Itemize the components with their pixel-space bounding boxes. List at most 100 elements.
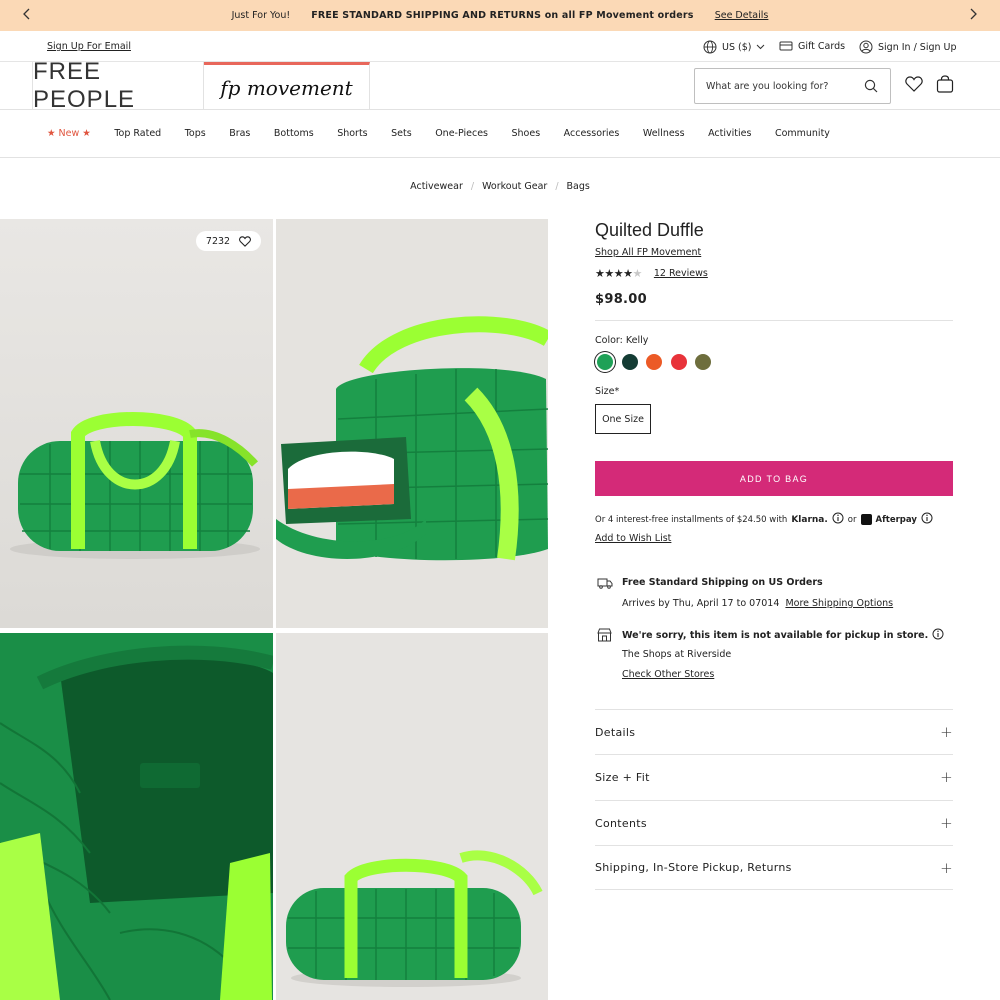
or-text: or [847,514,857,525]
promo-headline: FREE STANDARD SHIPPING AND RETURNS on al… [311,10,694,21]
main-nav: ★ New ★ Top Rated Tops Bras Bottoms Shor… [0,110,1000,158]
accordion-label: Contents [595,816,647,830]
nav-item-sets[interactable]: Sets [391,128,412,139]
promo-message: Just For You! FREE STANDARD SHIPPING AND… [0,10,1000,21]
product-image-3[interactable] [0,633,273,1000]
plus-icon: + [940,723,953,741]
chevron-right-icon[interactable] [968,8,978,23]
more-shipping-options-link[interactable]: More Shipping Options [785,598,893,609]
shop-all-link[interactable]: Shop All FP Movement [595,247,701,258]
currency-label: US ($) [722,41,752,53]
info-icon[interactable] [921,512,933,527]
nav-item-label: New [58,128,80,139]
plus-icon: + [940,768,953,786]
color-swatch[interactable] [670,354,687,370]
nav-item-new[interactable]: ★ New ★ [47,128,91,139]
product-image-4[interactable] [276,633,548,1000]
afterpay-icon [860,514,872,525]
nav-list: ★ New ★ Top Rated Tops Bras Bottoms Shor… [47,128,853,139]
accordion-contents[interactable]: Contents + [595,800,953,845]
nav-item-bras[interactable]: Bras [229,128,250,139]
store-name: The Shops at Riverside [622,649,732,660]
accordion-label: Shipping, In-Store Pickup, Returns [595,861,792,874]
gift-cards-link[interactable]: Gift Cards [779,40,845,52]
check-other-stores-link[interactable]: Check Other Stores [622,669,714,680]
star-icon: ★ [595,267,605,280]
search-box [694,68,891,104]
reviews-link[interactable]: 12 Reviews [654,268,708,279]
nav-item-activities[interactable]: Activities [708,128,751,139]
product-title: Quilted Duffle [595,220,704,240]
nav-item-shorts[interactable]: Shorts [337,128,367,139]
color-swatch[interactable] [597,354,613,370]
color-swatch[interactable] [695,354,711,370]
truck-icon [597,577,613,592]
add-to-bag-button[interactable]: ADD TO BAG [595,461,953,496]
accordion-details[interactable]: Details + [595,709,953,754]
divider [595,320,953,321]
size-option-one-size[interactable]: One Size [595,404,651,434]
currency-selector[interactable]: US ($) [703,40,765,54]
star-rating[interactable]: ★★★★★ [595,267,642,280]
klarna-logo: Klarna. [791,514,828,525]
product-price: $98.00 [595,292,647,307]
gift-cards-label: Gift Cards [798,40,846,52]
heart-icon[interactable] [905,76,923,95]
accordion-shipping-returns[interactable]: Shipping, In-Store Pickup, Returns + [595,845,953,890]
nav-item-accessories[interactable]: Accessories [564,128,620,139]
shipping-arrival: Arrives by Thu, April 17 to 07014 More S… [622,598,893,609]
plus-icon: + [940,858,953,877]
shopping-bag-icon[interactable] [936,75,954,96]
nav-item-tops[interactable]: Tops [185,128,206,139]
breadcrumb-activewear[interactable]: Activewear [410,181,463,192]
accordion-size-fit[interactable]: Size + Fit + [595,754,953,799]
star-icon: ★ [604,267,614,280]
star-icon: ★ [632,267,643,280]
favorite-pill[interactable]: 7232 [196,231,261,251]
size-label: Size* [595,386,620,397]
sign-in-link[interactable]: Sign In / Sign Up [859,40,957,54]
installments-text: Or 4 interest-free installments of $24.5… [595,514,788,525]
product-image-2[interactable] [276,219,548,628]
promo-bar: Just For You! FREE STANDARD SHIPPING AND… [0,0,1000,31]
heart-icon [239,235,252,247]
plus-icon: + [940,814,953,832]
nav-item-wellness[interactable]: Wellness [643,128,685,139]
info-icon[interactable] [832,512,844,527]
globe-icon [703,40,717,54]
accordion-label: Details [595,725,636,739]
accordion-label: Size + Fit [595,770,650,784]
nav-item-one-pieces[interactable]: One-Pieces [435,128,488,139]
nav-item-top-rated[interactable]: Top Rated [114,128,161,139]
promo-prefix: Just For You! [231,10,291,21]
breadcrumb-separator: / [470,181,475,192]
search-input[interactable] [706,69,856,103]
pickup-message: We're sorry, this item is not available … [622,628,944,643]
sign-in-label: Sign In / Sign Up [878,41,957,53]
rating-row: ★★★★★ 12 Reviews [595,267,708,280]
search-icon[interactable] [864,79,878,96]
fp-movement-logo[interactable]: fp movement [204,62,370,110]
star-icon: ★ [613,267,624,280]
product-image-1[interactable] [0,219,273,628]
color-label: Color: Kelly [595,335,649,346]
store-icon [597,628,612,645]
installments-row: Or 4 interest-free installments of $24.5… [595,512,933,527]
promo-details-link[interactable]: See Details [715,10,769,21]
star-icon: ★ [623,267,633,280]
brand-header: FREE PEOPLE fp movement [0,58,1000,113]
color-swatch[interactable] [621,354,638,370]
nav-item-shoes[interactable]: Shoes [512,128,541,139]
nav-item-community[interactable]: Community [775,128,830,139]
truck-card-icon [779,41,793,51]
color-swatch[interactable] [646,354,662,370]
breadcrumb-bags[interactable]: Bags [567,181,590,192]
breadcrumb-workout-gear[interactable]: Workout Gear [482,181,547,192]
free-people-logo[interactable]: FREE PEOPLE [32,58,204,113]
info-icon[interactable] [932,628,944,643]
nav-item-bottoms[interactable]: Bottoms [274,128,314,139]
breadcrumb-separator: / [555,181,559,192]
add-to-wishlist-link[interactable]: Add to Wish List [595,533,671,544]
email-signup-link[interactable]: Sign Up For Email [47,41,131,52]
afterpay-logo: Afterpay [875,514,917,525]
